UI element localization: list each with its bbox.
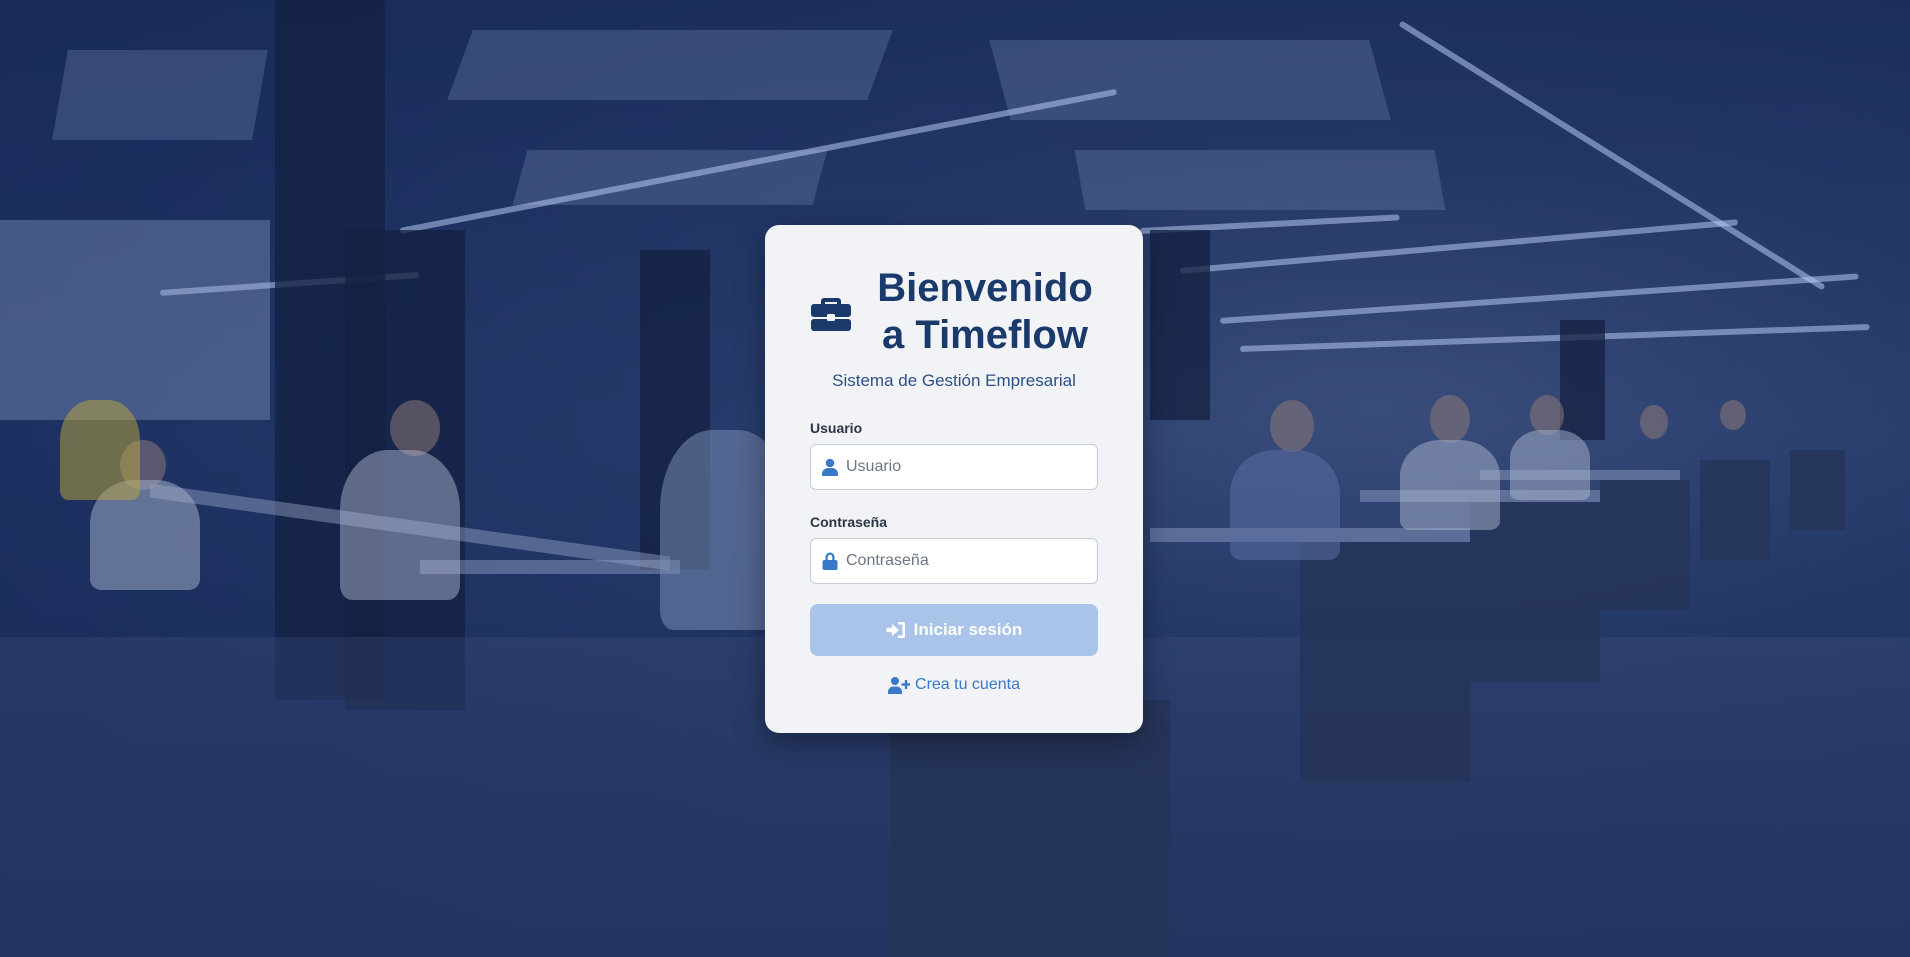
password-field[interactable]: [810, 538, 1098, 584]
login-button[interactable]: Iniciar sesión: [810, 604, 1098, 656]
password-input[interactable]: [846, 539, 1091, 583]
login-button-label: Iniciar sesión: [913, 620, 1023, 639]
lock-icon: [822, 552, 838, 570]
page-title: Bienvenido a Timeflow: [874, 265, 1096, 359]
login-header: Bienvenido a Timeflow: [810, 265, 1098, 359]
briefcase-icon: [811, 298, 851, 331]
user-plus-icon: [888, 677, 911, 694]
username-input[interactable]: [846, 445, 1091, 489]
login-card: Bienvenido a Timeflow Sistema de Gestión…: [765, 225, 1143, 733]
create-account-label: Crea tu cuenta: [915, 676, 1020, 693]
title-line-1: Bienvenido: [877, 266, 1093, 310]
sign-in-icon: [886, 622, 905, 638]
page-subtitle: Sistema de Gestión Empresarial: [832, 371, 1076, 390]
username-label: Usuario: [810, 420, 863, 436]
password-label: Contraseña: [810, 514, 888, 530]
username-field[interactable]: [810, 444, 1098, 490]
create-account-link[interactable]: Crea tu cuenta: [810, 676, 1098, 694]
user-icon: [822, 458, 838, 476]
title-line-2: a Timeflow: [882, 313, 1088, 357]
